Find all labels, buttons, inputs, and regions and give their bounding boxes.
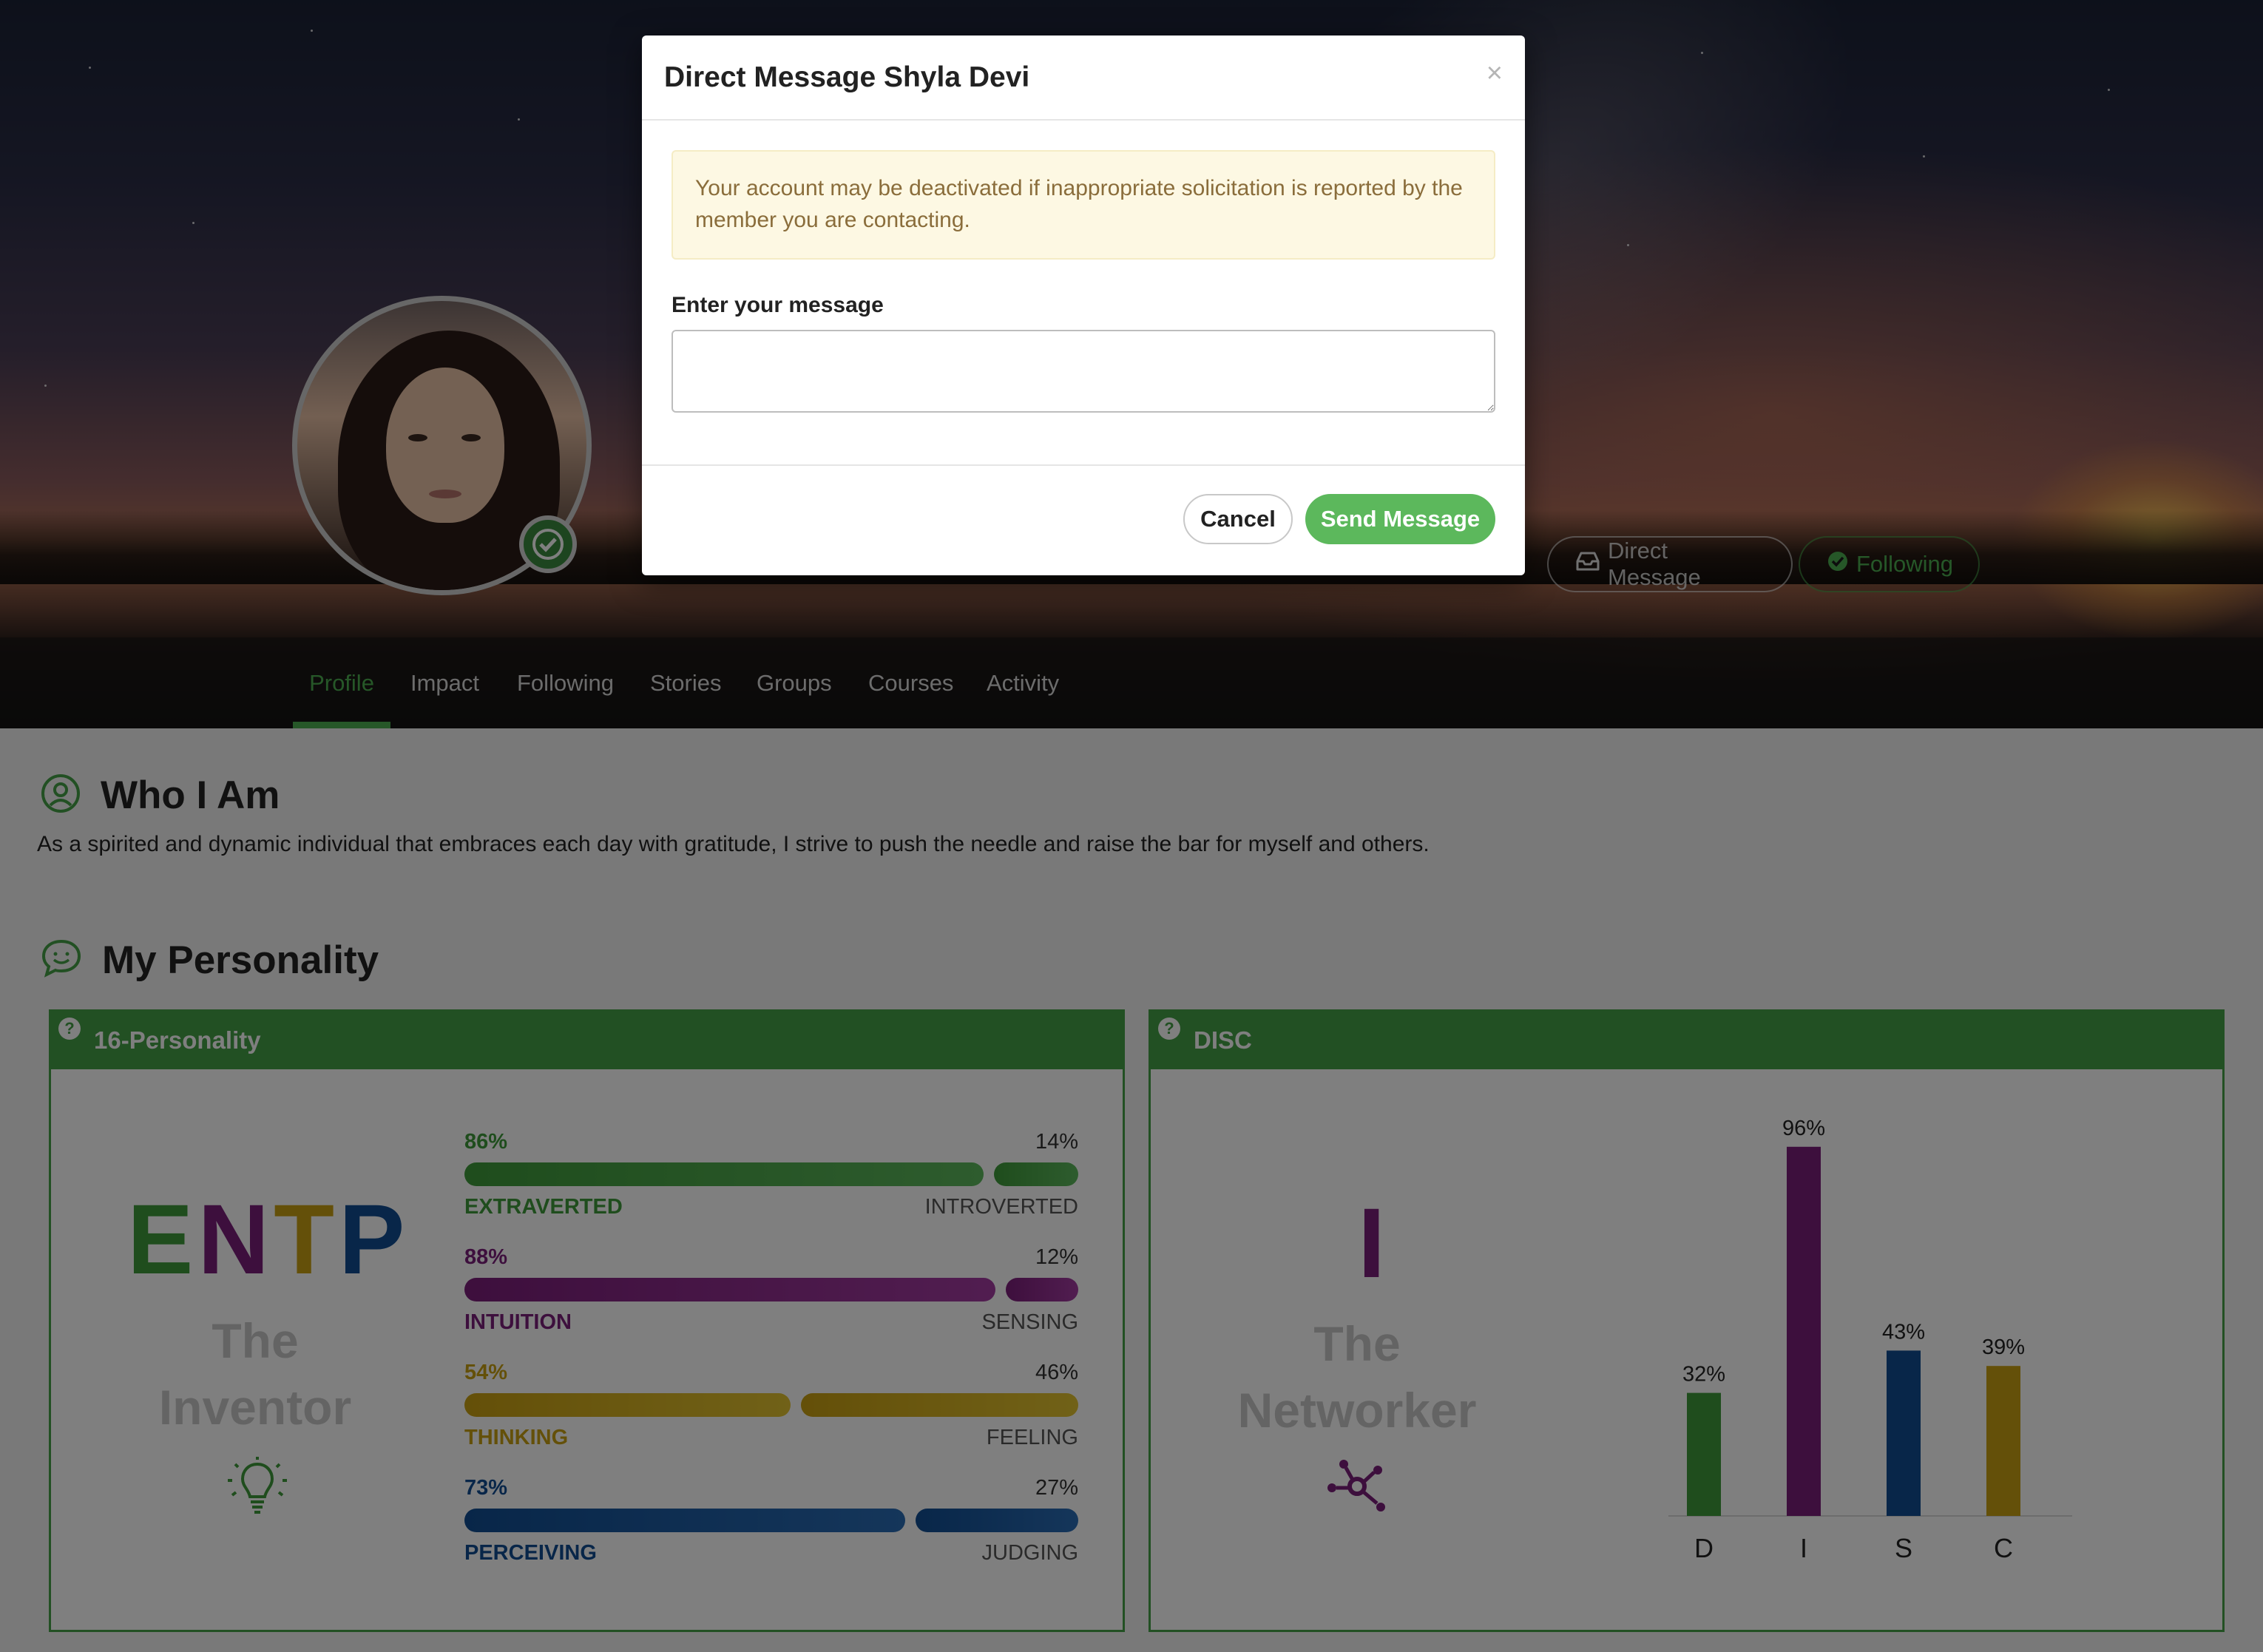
modal-title: Direct Message Shyla Devi: [664, 61, 1030, 93]
message-input[interactable]: [672, 330, 1495, 413]
message-label: Enter your message: [672, 293, 884, 317]
close-icon[interactable]: ×: [1486, 58, 1503, 89]
send-message-button[interactable]: Send Message: [1305, 494, 1495, 544]
warning-alert: Your account may be deactivated if inapp…: [672, 150, 1495, 260]
direct-message-modal: Direct Message Shyla Devi × Your account…: [642, 35, 1525, 575]
modal-header: Direct Message Shyla Devi: [642, 35, 1525, 121]
cancel-button[interactable]: Cancel: [1183, 494, 1293, 544]
